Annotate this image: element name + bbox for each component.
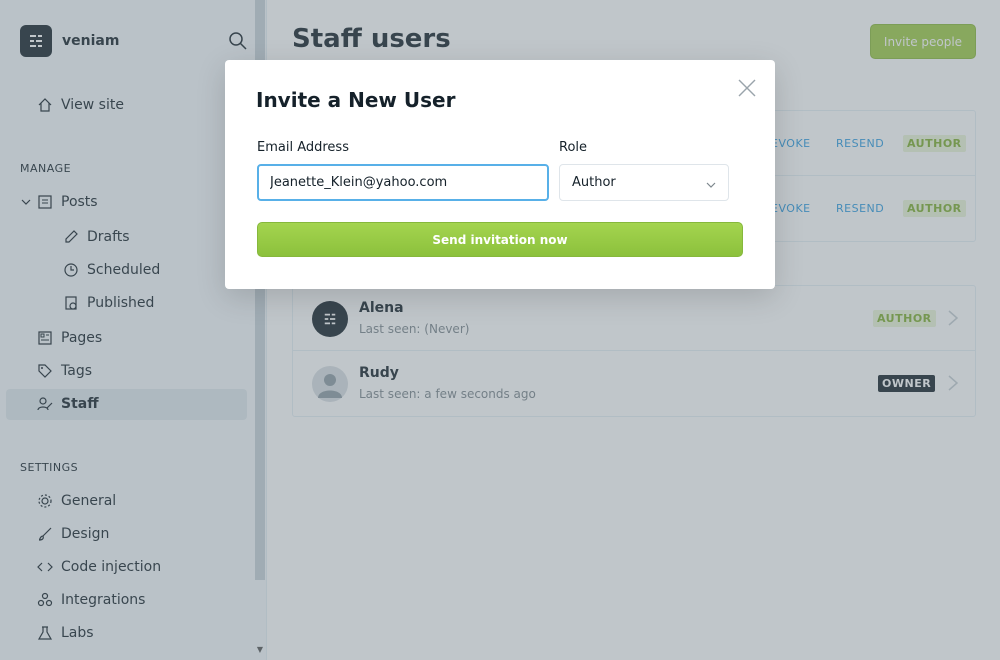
invite-user-modal: Invite a New User Email Address Role Aut… bbox=[225, 60, 775, 289]
close-icon[interactable] bbox=[737, 78, 757, 98]
chevron-down-icon bbox=[706, 178, 716, 193]
send-invitation-button[interactable]: Send invitation now bbox=[257, 222, 743, 257]
role-label: Role bbox=[559, 140, 588, 155]
role-selected-value: Author bbox=[572, 175, 616, 190]
role-select[interactable]: Author bbox=[559, 164, 729, 201]
email-label: Email Address bbox=[257, 140, 349, 155]
email-field[interactable] bbox=[257, 164, 549, 201]
modal-title: Invite a New User bbox=[256, 88, 456, 112]
